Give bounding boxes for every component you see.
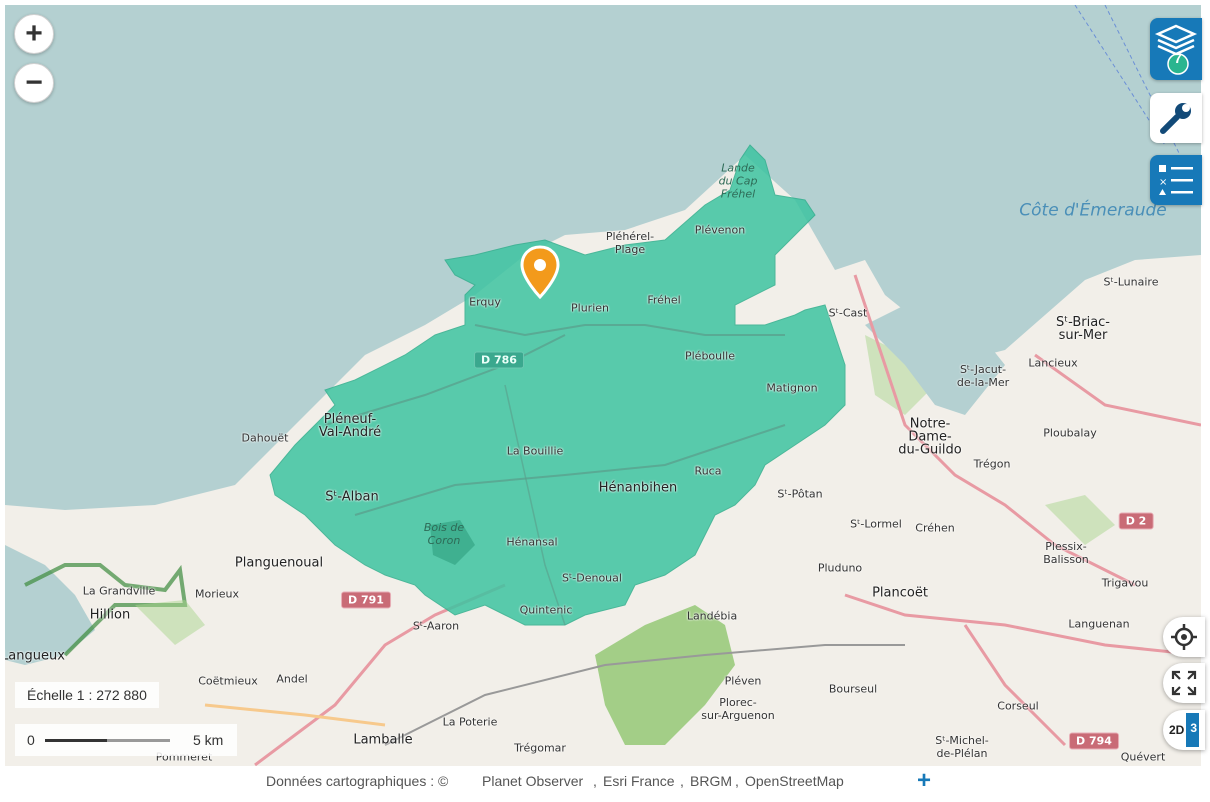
place-label: Sᵗ-Michel-de-Plélan [935, 734, 989, 760]
plus-icon: + [25, 17, 43, 50]
attribution-prefix: Données cartographiques : © [266, 773, 449, 789]
scale-bar-start: 0 [27, 732, 35, 748]
place-label: Sᵗ-Pôtan [777, 487, 823, 501]
place-label: La Bouillie [506, 444, 564, 458]
attribution-bar: Données cartographiques : © Planet Obser… [266, 767, 932, 795]
scale-bar: 0 5 km [15, 724, 237, 756]
place-label: Sᵗ-Jacut-de-la-Mer [956, 363, 1010, 389]
place-label: Languenan [1068, 617, 1130, 631]
minus-icon: − [25, 66, 43, 99]
place-label: Quévert [1120, 750, 1166, 764]
place-label: Pléhérel- Plage [605, 230, 655, 256]
attribution-source[interactable]: BRGM [690, 773, 732, 789]
place-label: Trigavou [1101, 576, 1149, 590]
zoom-out-button[interactable]: − [14, 63, 54, 103]
place-label: Pléneuf- Val-André [318, 412, 382, 440]
place-label: Hillion [89, 607, 131, 623]
place-label: Bourseul [828, 682, 878, 696]
scale-bar-segment [45, 739, 107, 742]
layers-tab[interactable]: 7 [1150, 18, 1202, 80]
place-label: Plurien [571, 301, 609, 315]
place-label: Dahouët [241, 431, 289, 445]
place-label: Pléven [724, 674, 762, 688]
tools-tab[interactable] [1150, 93, 1202, 143]
location-pin[interactable] [519, 245, 561, 301]
road-shield: D 794 [1069, 732, 1119, 750]
place-label: Sᵗ-Briac-sur-Mer [1056, 315, 1110, 343]
attribution-more-button[interactable]: + [917, 767, 931, 795]
place-label: Notre- Dame-du-Guildo [898, 416, 962, 458]
attribution-source[interactable]: OpenStreetMap [745, 773, 844, 789]
place-label: Quintenic [519, 603, 573, 617]
fullscreen-button[interactable] [1163, 663, 1205, 703]
place-label: Ruca [694, 464, 722, 478]
place-label: Morieux [194, 587, 240, 601]
place-label: Plessix- Balisson [1043, 540, 1089, 566]
expand-icon [1171, 670, 1197, 696]
scale-ratio: Échelle 1 : 272 880 [15, 682, 159, 708]
place-label: Sᵗ-Lormel [850, 517, 902, 531]
map-tiles [5, 5, 1201, 766]
place-label: Sᵗ-Lunaire [1103, 275, 1159, 289]
place-label: Corseul [997, 699, 1039, 713]
place-label: Créhen [915, 521, 955, 535]
place-label: Sᵗ-Denoual [562, 571, 622, 585]
map-pin-icon [520, 245, 560, 300]
road-shield: D 786 [474, 351, 524, 369]
place-label: Trégon [973, 457, 1011, 471]
sea-label: Côte d'Émeraude [1019, 200, 1167, 221]
place-label: Coëtmieux [198, 674, 258, 688]
place-label: Trégomar [514, 741, 566, 755]
attribution-source[interactable]: Esri France [603, 773, 675, 789]
attribution-source[interactable]: Planet Observer [482, 773, 583, 789]
layers-icon [1154, 24, 1198, 75]
place-label: Hénansal [506, 535, 558, 549]
btn-2d-label: 2D [1169, 723, 1185, 737]
place-label: Langueux [5, 648, 65, 664]
wrench-icon [1160, 103, 1191, 134]
btn-3d-label: 3 [1186, 713, 1200, 747]
legend-tab[interactable]: × [1150, 155, 1202, 205]
map-canvas[interactable]: Erquy Plurien Fréhel Pléhérel- Plage Plévenon… [5, 5, 1201, 766]
place-label: Plorec-sur-Arguenon [701, 696, 775, 722]
geolocate-button[interactable] [1163, 617, 1205, 657]
place-label: Plévenon [694, 223, 746, 237]
place-label: Ploubalay [1043, 426, 1097, 440]
place-label: Sᵗ-Cast [828, 306, 868, 320]
road-shield: D 2 [1118, 512, 1154, 530]
layers-count-badge: 7 [1174, 50, 1182, 66]
place-label: La Grandville [82, 584, 156, 598]
svg-text:×: × [1159, 177, 1167, 188]
place-label: Erquy [469, 295, 501, 309]
place-label: Sᵗ-Alban [325, 489, 379, 505]
place-label: La Poterie [442, 715, 498, 729]
place-label: Planguenoual [234, 555, 324, 571]
place-label: Matignon [766, 381, 818, 395]
place-label: Pléboulle [684, 349, 736, 363]
view-2d-3d-toggle[interactable]: 2D 3 [1163, 710, 1205, 750]
place-label: Bois de Coron [423, 521, 465, 547]
place-label: Fréhel [647, 293, 681, 307]
place-label: Hénanbihen [598, 480, 678, 496]
place-label: Pluduno [817, 561, 863, 575]
legend-list-icon: × [1159, 165, 1193, 195]
crosshair-icon [1171, 624, 1197, 650]
place-label: Sᵗ-Aaron [412, 619, 460, 633]
scale-bar-end: 5 km [193, 732, 224, 748]
place-label: Andel [276, 672, 308, 686]
place-label: Plancoët [872, 585, 928, 601]
place-label: Lande du Cap Fréhel [718, 161, 758, 201]
zoom-in-button[interactable]: + [14, 14, 54, 54]
place-label: Lancieux [1028, 356, 1078, 370]
road-shield: D 791 [341, 591, 391, 609]
place-label: Landébia [686, 609, 738, 623]
place-label: Lamballe [353, 732, 413, 748]
